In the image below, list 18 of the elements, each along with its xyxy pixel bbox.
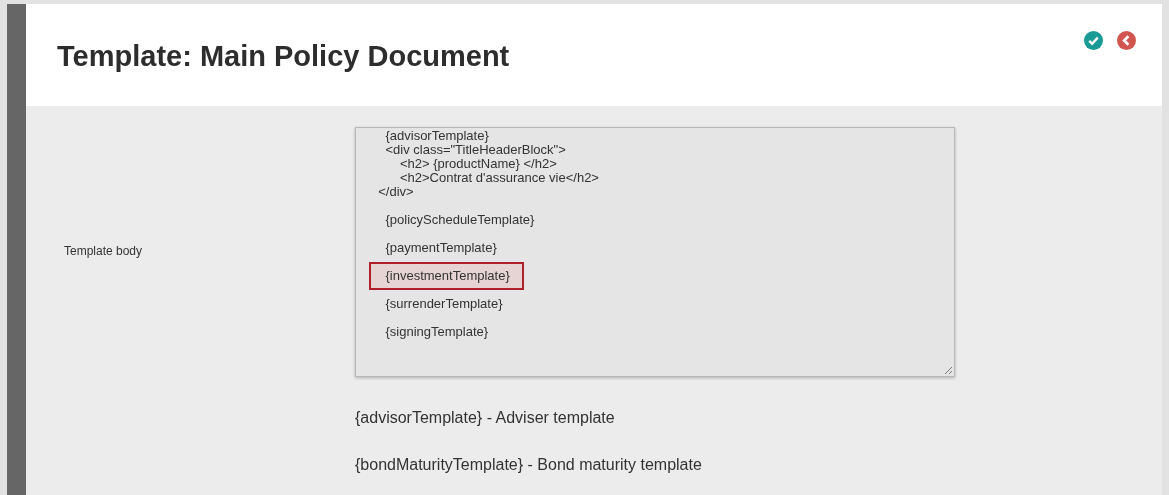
code-line: {advisorTemplate}	[384, 129, 489, 143]
page-title: Template: Main Policy Document	[57, 40, 510, 73]
code-line: {policyScheduleTemplate}	[384, 213, 535, 227]
field-label: Template body	[64, 244, 143, 258]
check-circle-icon[interactable]	[1084, 31, 1103, 50]
code-line: <h2> {productName} </h2>	[398, 157, 557, 171]
placeholder-legend-text: {advisorTemplate} - Adviser template	[355, 409, 616, 427]
code-line: {paymentTemplate}	[384, 241, 497, 255]
template-body-field[interactable]	[355, 127, 955, 377]
placeholder-legend-text: {bondMaturityTemplate} - Bond maturity template	[355, 456, 703, 474]
code-line: {surrenderTemplate}	[384, 297, 503, 311]
code-line: {signingTemplate}	[384, 325, 489, 339]
resize-grip-icon[interactable]	[944, 366, 953, 375]
code-line: <h2>Contrat d'assurance vie</h2>	[398, 171, 599, 185]
code-line: </div>	[377, 185, 414, 199]
back-circle-icon[interactable]	[1117, 31, 1136, 50]
code-line: {investmentTemplate}	[384, 269, 510, 283]
code-line: <div class="TitleHeaderBlock">	[384, 143, 566, 157]
